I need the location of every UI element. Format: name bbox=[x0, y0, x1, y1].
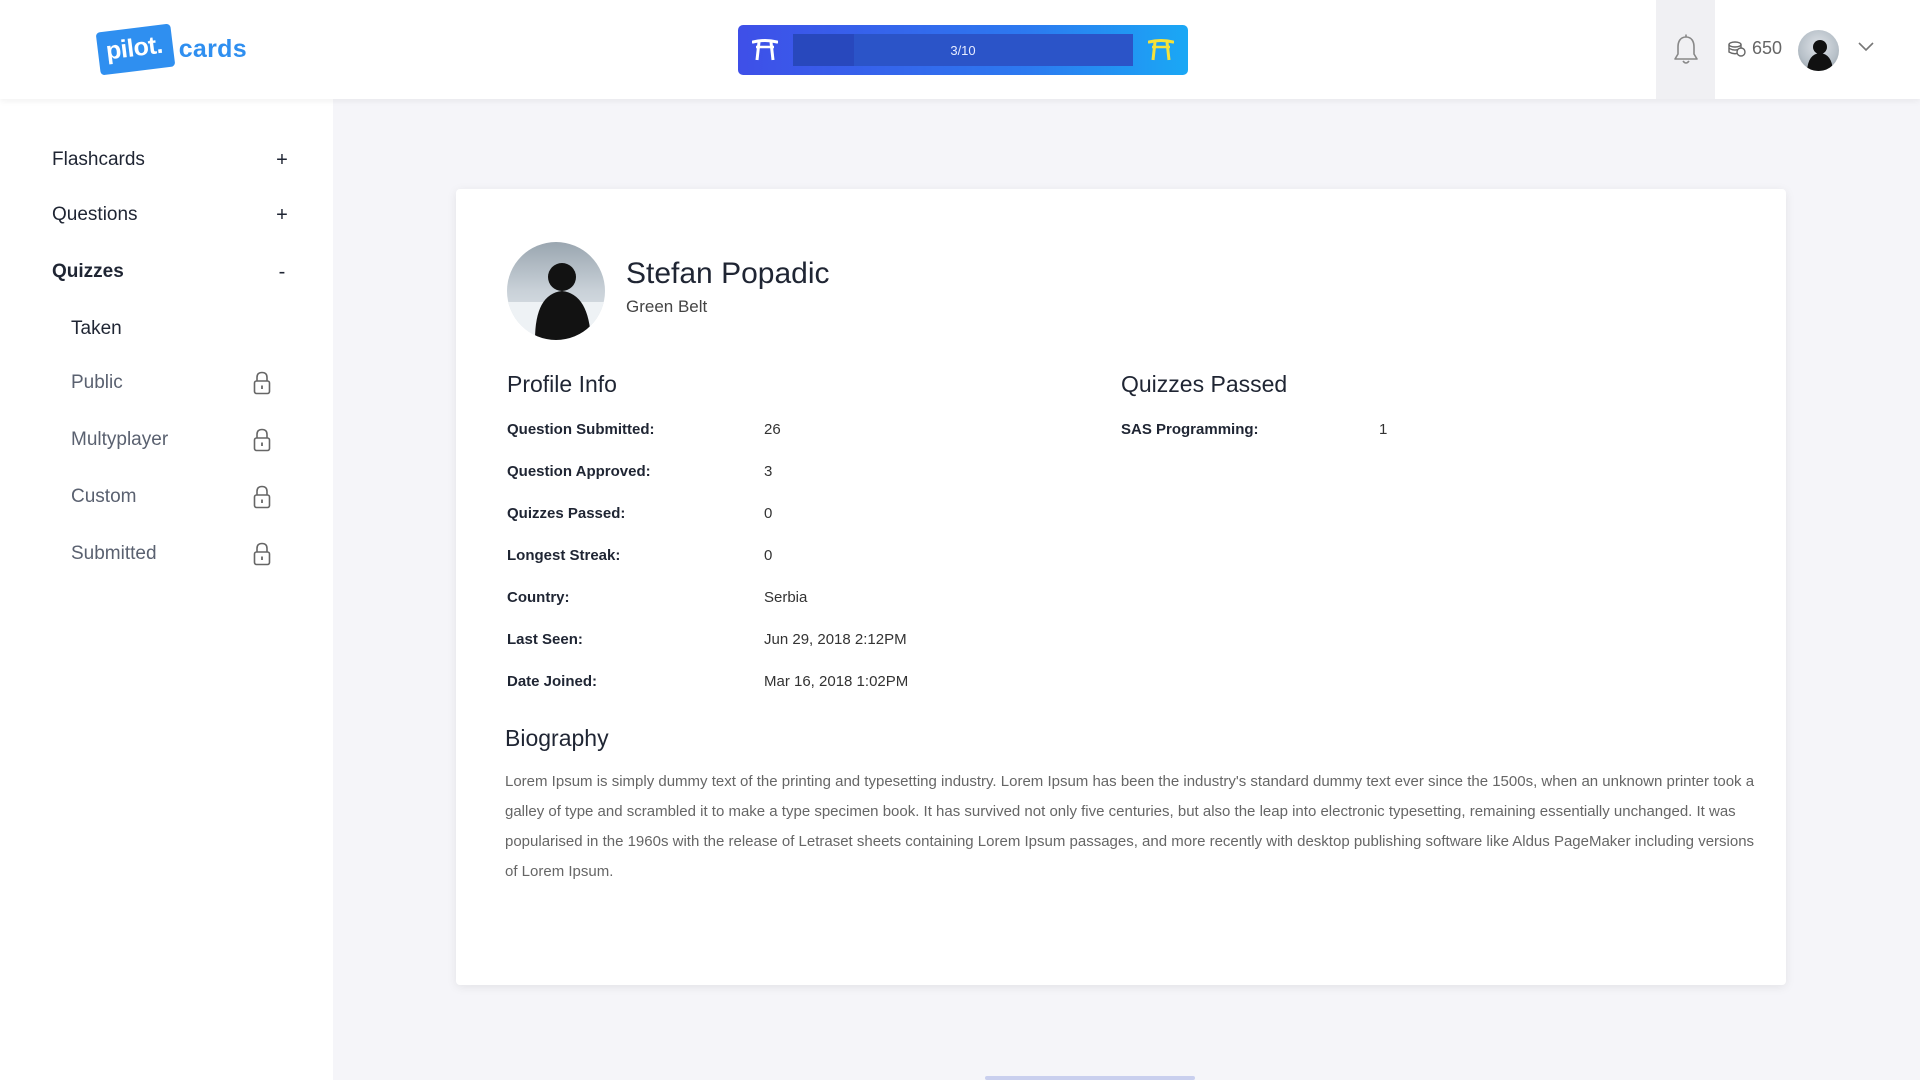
collapse-icon[interactable]: - bbox=[272, 261, 292, 284]
sidebar-item-flashcards[interactable]: Flashcards + bbox=[52, 142, 292, 178]
sidebar-subitem-custom[interactable]: Custom bbox=[71, 480, 271, 514]
info-value: 0 bbox=[764, 505, 773, 522]
info-value: 0 bbox=[764, 547, 773, 564]
sidebar-subitem-label: Public bbox=[71, 372, 123, 393]
lock-icon bbox=[253, 371, 271, 395]
info-value: Jun 29, 2018 2:12PM bbox=[764, 631, 907, 648]
coin-balance: 650 bbox=[1728, 38, 1782, 59]
coins-icon bbox=[1728, 40, 1746, 57]
bell-icon bbox=[1673, 34, 1698, 64]
sidebar-item-questions[interactable]: Questions + bbox=[52, 197, 292, 233]
info-value: Serbia bbox=[764, 589, 808, 606]
sidebar-subitem-label: Multyplayer bbox=[71, 429, 169, 450]
info-key: Last Seen: bbox=[507, 631, 583, 648]
avatar-silhouette bbox=[507, 263, 605, 340]
quiz-name: SAS Programming: bbox=[1121, 421, 1259, 438]
top-header: pilot. cards 3/10 650 bbox=[0, 0, 1920, 99]
biography-text: Lorem Ipsum is simply dummy text of the … bbox=[505, 773, 1755, 880]
info-key: Date Joined: bbox=[507, 673, 598, 690]
sidebar-item-quizzes[interactable]: Quizzes - bbox=[52, 254, 292, 290]
biography-heading: Biography bbox=[505, 725, 609, 751]
profile-card: Stefan Popadic Green Belt Profile Info Q… bbox=[456, 189, 1786, 985]
lock-icon bbox=[253, 542, 271, 566]
torii-gate-icon bbox=[752, 39, 778, 61]
progress-track: 3/10 bbox=[793, 34, 1133, 66]
expand-icon[interactable]: + bbox=[272, 204, 292, 227]
profile-avatar bbox=[507, 242, 605, 340]
sidebar-subitem-multyplayer[interactable]: Multyplayer bbox=[71, 423, 271, 457]
quiz-count: 1 bbox=[1379, 421, 1388, 438]
quizzes-passed-heading: Quizzes Passed bbox=[1121, 371, 1288, 397]
info-key: Longest Streak: bbox=[507, 547, 621, 564]
profile-belt: Green Belt bbox=[626, 297, 708, 316]
info-key: Country: bbox=[507, 589, 570, 606]
sidebar-item-label: Questions bbox=[52, 204, 138, 225]
avatar-silhouette bbox=[1807, 40, 1833, 71]
info-value: 3 bbox=[764, 463, 773, 480]
info-key: Question Submitted: bbox=[507, 421, 655, 438]
sidebar: Flashcards + Questions + Quizzes - Taken… bbox=[0, 99, 333, 1080]
sidebar-subitem-submitted[interactable]: Submitted bbox=[71, 537, 271, 571]
app-logo[interactable]: pilot. cards bbox=[95, 23, 247, 75]
coin-count: 650 bbox=[1752, 38, 1783, 58]
sidebar-subitem-label: Submitted bbox=[71, 543, 157, 564]
sidebar-subitem-public[interactable]: Public bbox=[71, 366, 271, 400]
notifications-button[interactable] bbox=[1656, 0, 1715, 99]
expand-icon[interactable]: + bbox=[272, 149, 292, 172]
info-key: Question Approved: bbox=[507, 463, 651, 480]
lock-icon bbox=[253, 485, 271, 509]
sidebar-subitem-label: Custom bbox=[71, 486, 137, 507]
quiz-progress-bar: 3/10 bbox=[738, 25, 1188, 75]
info-value: 26 bbox=[764, 421, 781, 438]
logo-text: cards bbox=[178, 34, 247, 63]
sidebar-subitem-label: Taken bbox=[71, 318, 122, 339]
user-avatar[interactable] bbox=[1798, 30, 1839, 71]
sidebar-item-label: Quizzes bbox=[52, 261, 124, 282]
info-value: Mar 16, 2018 1:02PM bbox=[764, 673, 909, 690]
scroll-hint bbox=[985, 1076, 1195, 1080]
progress-label: 3/10 bbox=[950, 42, 976, 58]
profile-info-heading: Profile Info bbox=[507, 371, 617, 397]
chevron-down-icon[interactable] bbox=[1858, 42, 1874, 52]
torii-gate-goal-icon bbox=[1148, 39, 1174, 61]
profile-name: Stefan Popadic bbox=[626, 257, 830, 290]
info-key: Quizzes Passed: bbox=[507, 505, 626, 522]
logo-badge: pilot. bbox=[95, 23, 176, 75]
lock-icon bbox=[253, 428, 271, 452]
sidebar-subitem-taken[interactable]: Taken bbox=[71, 312, 271, 346]
sidebar-item-label: Flashcards bbox=[52, 149, 145, 170]
